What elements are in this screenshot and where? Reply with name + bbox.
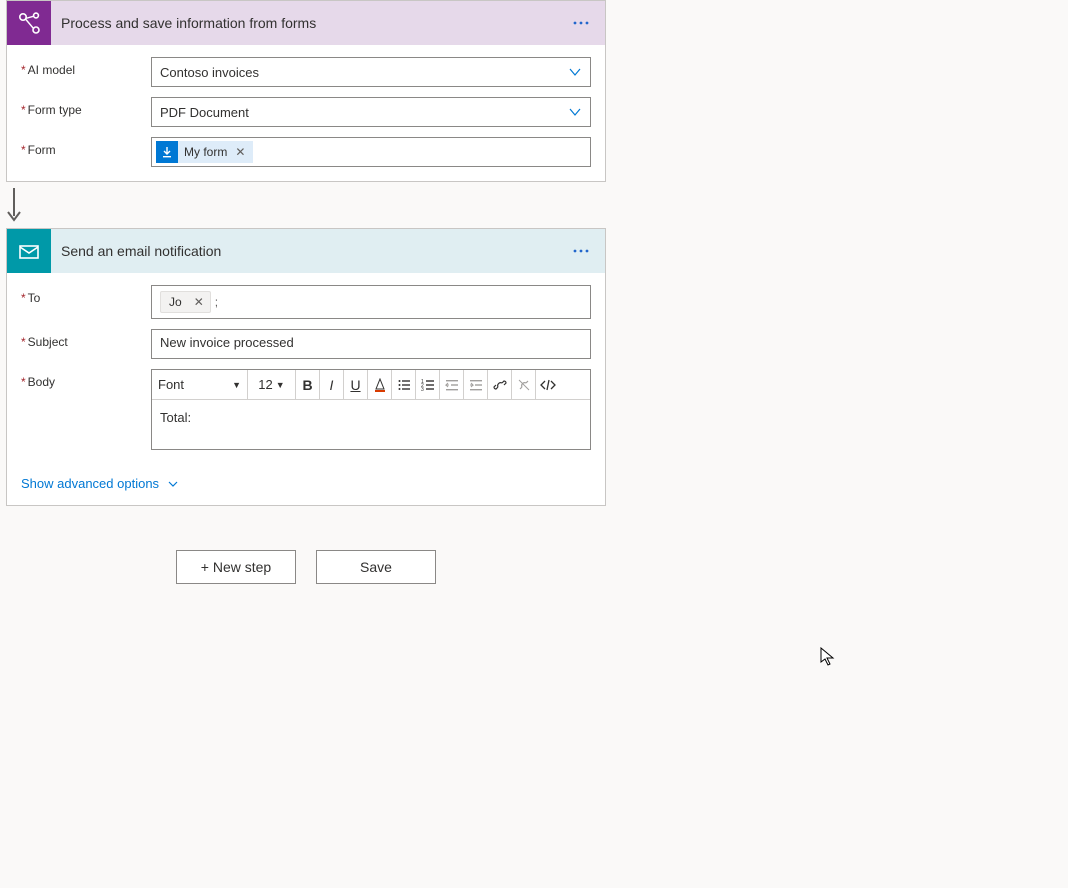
form-type-value: PDF Document: [160, 105, 568, 120]
flow-connector-arrow: [6, 182, 606, 228]
chevron-down-icon: [167, 478, 179, 490]
form-type-select[interactable]: PDF Document: [151, 97, 591, 127]
step-email-header[interactable]: Send an email notification: [7, 229, 605, 273]
step-menu-button[interactable]: [567, 237, 595, 265]
ai-model-select[interactable]: Contoso invoices: [151, 57, 591, 87]
editor-toolbar: Font ▼ 12 ▼ B I U: [152, 370, 590, 400]
link-button[interactable]: [488, 370, 512, 400]
underline-button[interactable]: U: [344, 370, 368, 400]
form-input[interactable]: My form ✕: [151, 137, 591, 167]
body-label: *Body: [21, 369, 151, 389]
font-color-button[interactable]: [368, 370, 392, 400]
mail-icon: [7, 229, 51, 273]
step-title: Send an email notification: [61, 243, 557, 259]
indent-button[interactable]: [464, 370, 488, 400]
chevron-down-icon: [568, 105, 582, 119]
ai-builder-icon: [7, 1, 51, 45]
remove-recipient-icon[interactable]: ✕: [190, 295, 208, 309]
number-list-button[interactable]: 123: [416, 370, 440, 400]
onedrive-file-icon: [156, 141, 178, 163]
mouse-cursor-icon: [820, 647, 836, 667]
form-token[interactable]: My form ✕: [156, 141, 253, 163]
outdent-button[interactable]: [440, 370, 464, 400]
step-process-forms-card: Process and save information from forms …: [6, 0, 606, 182]
form-type-label: *Form type: [21, 97, 151, 117]
body-textarea[interactable]: Total:: [152, 400, 590, 449]
bullet-list-button[interactable]: [392, 370, 416, 400]
chevron-down-icon: [568, 65, 582, 79]
to-label: *To: [21, 285, 151, 305]
body-text: Total:: [160, 410, 191, 425]
body-editor: Font ▼ 12 ▼ B I U: [151, 369, 591, 450]
remove-token-icon[interactable]: ✕: [233, 146, 247, 158]
svg-text:3: 3: [421, 387, 424, 392]
step-process-header[interactable]: Process and save information from forms: [7, 1, 605, 45]
ai-model-value: Contoso invoices: [160, 65, 568, 80]
to-input[interactable]: Jo ✕ ;: [151, 285, 591, 319]
step-title: Process and save information from forms: [61, 15, 557, 31]
show-advanced-options-link[interactable]: Show advanced options: [7, 464, 193, 505]
bold-button[interactable]: B: [296, 370, 320, 400]
subject-value: New invoice processed: [160, 335, 294, 350]
font-size-select[interactable]: 12 ▼: [248, 370, 296, 400]
save-button[interactable]: Save: [316, 550, 436, 584]
italic-button[interactable]: I: [320, 370, 344, 400]
font-select[interactable]: Font ▼: [152, 370, 248, 400]
form-token-label: My form: [184, 145, 227, 159]
code-view-button[interactable]: [536, 370, 560, 400]
new-step-button[interactable]: + New step: [176, 550, 296, 584]
designer-actions: + New step Save: [6, 550, 606, 584]
subject-input[interactable]: New invoice processed: [151, 329, 591, 359]
recipient-pill-label: Jo: [169, 295, 182, 309]
form-label: *Form: [21, 137, 151, 157]
step-menu-button[interactable]: [567, 9, 595, 37]
subject-label: *Subject: [21, 329, 151, 349]
ai-model-label: *AI model: [21, 57, 151, 77]
recipient-separator: ;: [215, 295, 218, 309]
recipient-pill[interactable]: Jo ✕: [160, 291, 211, 313]
unlink-button[interactable]: [512, 370, 536, 400]
step-email-card: Send an email notification *To Jo ✕: [6, 228, 606, 506]
